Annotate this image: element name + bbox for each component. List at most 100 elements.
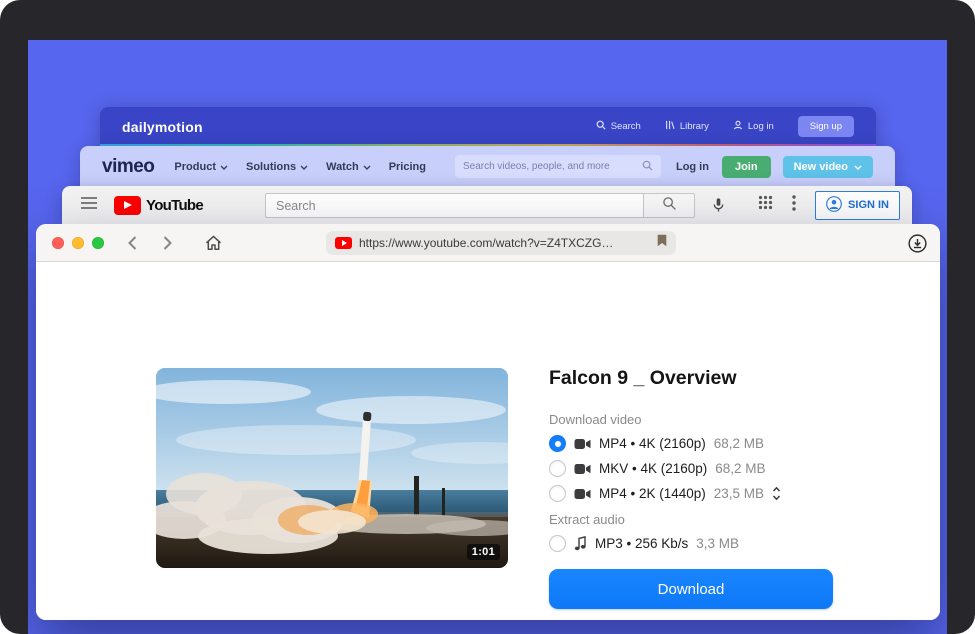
option-size: 3,3 MB [696,536,739,551]
dailymotion-login-label: Log in [748,121,774,132]
music-note-icon [574,536,587,551]
youtube-logo-text: YouTube [146,197,203,214]
dailymotion-search-button[interactable]: Search [596,120,641,133]
option-size: 23,5 MB [714,486,764,501]
vimeo-nav-pricing-label: Pricing [389,161,426,173]
back-button[interactable] [122,224,142,262]
downloader-window: https://www.youtube.com/watch?v=Z4TXCZG… [36,224,940,620]
desktop-background: dailymotion Search Library Log in Sign u… [28,40,947,634]
chevron-down-icon [363,161,371,173]
youtube-favicon [335,237,352,249]
option-label: MP3 • 256 Kb/s [595,536,688,551]
vimeo-new-video-button[interactable]: New video [783,156,873,178]
dailymotion-library-button[interactable]: Library [665,120,709,133]
video-option-mkv-4k[interactable]: MKV • 4K (2160p) 68,2 MB [549,459,833,478]
duration-badge: 1:01 [467,544,500,560]
video-options-list: MP4 • 4K (2160p) 68,2 MB MKV • 4K (2160p… [549,434,833,503]
microphone-icon[interactable] [712,197,725,218]
option-label: MKV • 4K (2160p) [599,461,707,476]
rocket-launch-illustration [156,368,508,568]
vimeo-nav-watch-label: Watch [326,161,359,173]
quality-stepper-icon[interactable] [772,486,781,501]
video-option-mp4-2k[interactable]: MP4 • 2K (1440p) 23,5 MB [549,484,833,503]
youtube-play-icon [114,196,141,215]
youtube-search-button[interactable] [643,193,695,218]
bookmark-icon[interactable] [657,234,667,252]
traffic-lights [52,237,104,249]
account-icon [826,196,842,215]
video-thumbnail[interactable]: 1:01 [156,368,508,568]
downloads-button[interactable] [906,224,928,262]
radio-unselected[interactable] [549,460,566,477]
dailymotion-signup-button[interactable]: Sign up [798,116,854,137]
downloader-content: 1:01 Falcon 9 _ Overview Download video … [36,262,940,620]
video-section-label: Download video [549,412,833,427]
youtube-sign-in-label: SIGN IN [848,199,889,211]
option-label: MP4 • 4K (2160p) [599,436,706,451]
dailymotion-window-header: dailymotion Search Library Log in Sign u… [100,107,876,146]
minimize-window-button[interactable] [72,237,84,249]
person-icon [733,120,743,133]
vimeo-nav-solutions-label: Solutions [246,161,296,173]
radio-unselected[interactable] [549,485,566,502]
vimeo-nav-solutions[interactable]: Solutions [246,161,308,173]
video-camera-icon [574,438,591,450]
vimeo-nav-product[interactable]: Product [174,161,228,173]
youtube-search-input[interactable] [265,193,643,218]
dailymotion-nav: Search Library Log in Sign up [596,116,854,137]
youtube-window-header: YouTube SIGN IN [62,186,912,227]
chevron-down-icon [854,161,862,173]
download-button[interactable]: Download [549,569,833,609]
dailymotion-login-button[interactable]: Log in [733,120,774,133]
kebab-menu-icon[interactable] [792,195,796,216]
audio-section-label: Extract audio [549,512,833,527]
vimeo-login-button[interactable]: Log in [676,161,709,173]
youtube-sign-in-button[interactable]: SIGN IN [815,191,900,220]
youtube-logo[interactable]: YouTube [114,196,203,215]
video-title: Falcon 9 _ Overview [549,366,833,390]
video-camera-icon [574,463,591,475]
youtube-header-right: SIGN IN [758,186,900,224]
radio-unselected[interactable] [549,535,566,552]
vimeo-search-field[interactable] [455,155,661,178]
youtube-header-left: YouTube [80,186,203,224]
vimeo-nav-watch[interactable]: Watch [326,161,371,173]
search-icon [642,158,653,176]
download-panel: Falcon 9 _ Overview Download video MP4 •… [549,366,833,609]
close-window-button[interactable] [52,237,64,249]
vimeo-search-input[interactable] [463,161,642,172]
vimeo-nav-pricing[interactable]: Pricing [389,161,426,173]
option-label: MP4 • 2K (1440p) [599,486,706,501]
hamburger-menu-icon[interactable] [80,196,98,215]
library-icon [665,120,675,133]
vimeo-nav-product-label: Product [174,161,216,173]
vimeo-logo: vimeo [102,156,154,178]
search-icon [662,196,677,216]
dailymotion-logo: dailymotion [122,119,203,135]
option-size: 68,2 MB [714,436,764,451]
dailymotion-search-label: Search [611,121,641,132]
window-toolbar: https://www.youtube.com/watch?v=Z4TXCZG… [36,224,940,262]
address-bar[interactable]: https://www.youtube.com/watch?v=Z4TXCZG… [326,231,676,255]
chevron-down-icon [220,161,228,173]
video-camera-icon [574,488,591,500]
dailymotion-library-label: Library [680,121,709,132]
apps-grid-icon[interactable] [758,195,773,215]
vimeo-new-video-label: New video [794,161,848,173]
url-text: https://www.youtube.com/watch?v=Z4TXCZG… [359,236,650,250]
forward-button[interactable] [157,224,177,262]
video-option-mp4-4k[interactable]: MP4 • 4K (2160p) 68,2 MB [549,434,833,453]
youtube-search-bar [265,193,695,218]
chevron-down-icon [300,161,308,173]
vimeo-window-header: vimeo Product Solutions Watch Pricing [80,146,895,187]
search-icon [596,120,606,133]
vimeo-join-button[interactable]: Join [722,156,771,178]
device-frame: dailymotion Search Library Log in Sign u… [0,0,975,634]
radio-selected[interactable] [549,435,566,452]
audio-options-list: MP3 • 256 Kb/s 3,3 MB [549,534,833,553]
audio-option-mp3[interactable]: MP3 • 256 Kb/s 3,3 MB [549,534,833,553]
zoom-window-button[interactable] [92,237,104,249]
home-button[interactable] [202,224,224,262]
vimeo-nav: Product Solutions Watch Pricing [174,161,426,173]
option-size: 68,2 MB [715,461,765,476]
